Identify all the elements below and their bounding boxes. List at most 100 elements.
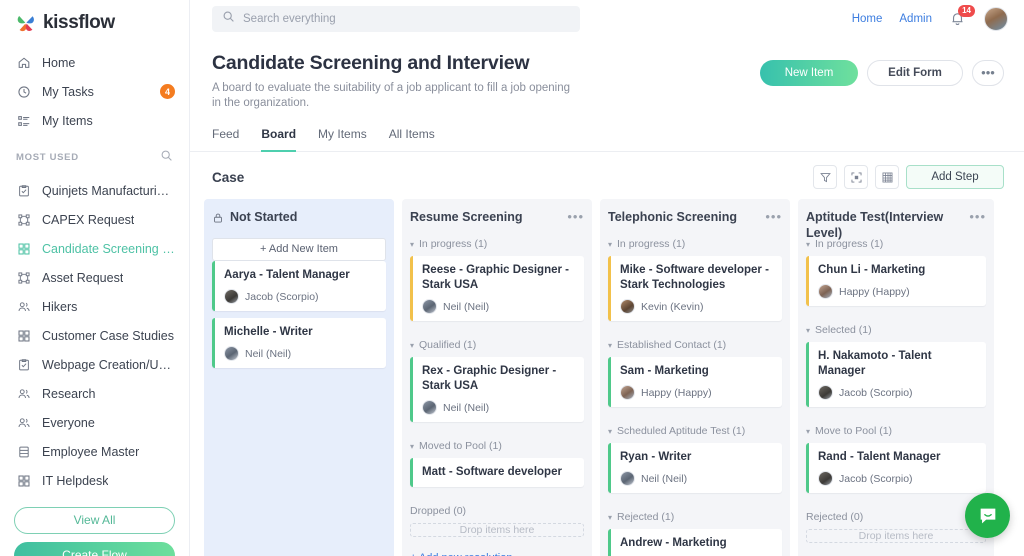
assignee-avatar	[422, 299, 437, 314]
sidebar-item-asset-request[interactable]: Asset Request	[0, 263, 189, 292]
group-header[interactable]: ▾ In progress (1)	[410, 238, 584, 250]
case-toolbar: Case Add Step	[190, 152, 1024, 199]
my-tasks-badge: 4	[160, 84, 175, 99]
notification-count-badge: 14	[958, 5, 975, 17]
card-title: Ryan - Writer	[620, 451, 692, 463]
avatar[interactable]	[984, 7, 1008, 31]
edit-form-button[interactable]: Edit Form	[867, 60, 963, 86]
board-card[interactable]: Chun Li - Marketing Happy (Happy)	[806, 256, 986, 306]
add-step-button[interactable]: Add Step	[906, 165, 1004, 189]
chat-widget-button[interactable]	[965, 493, 1010, 538]
search-icon[interactable]	[160, 149, 173, 165]
topbar-link-admin[interactable]: Admin	[899, 13, 932, 25]
most-used-section-header: MOST USED	[0, 135, 189, 172]
filter-icon[interactable]	[813, 165, 837, 189]
brand-name: kissflow	[43, 12, 115, 33]
assignee-name: Neil (Neil)	[443, 300, 490, 313]
clipboard-check-icon	[16, 357, 31, 372]
board-card[interactable]: Reese - Graphic Designer - Stark USA Neil…	[410, 256, 584, 321]
add-new-resolution-button[interactable]: + Add new resolution	[410, 552, 584, 556]
sidebar-item-label: Research	[42, 386, 96, 401]
group-header[interactable]: ▾ Rejected (1)	[608, 511, 782, 523]
group-header[interactable]: ▾ In progress (1)	[806, 238, 986, 250]
column-more-button[interactable]: •••	[567, 209, 584, 223]
assignee-avatar	[224, 346, 239, 361]
sidebar-item-quinjets-manufacturing[interactable]: Quinjets Manufacturing ...	[0, 176, 189, 205]
drop-zone[interactable]: Drop items here	[410, 523, 584, 537]
sidebar-item-capex-request[interactable]: CAPEX Request	[0, 205, 189, 234]
column-title: Resume Screening	[410, 210, 523, 224]
group-header[interactable]: ▾ Selected (1)	[806, 324, 986, 336]
board-grid-icon	[16, 328, 31, 343]
create-flow-button[interactable]: Create Flow	[14, 542, 175, 556]
group-header[interactable]: ▾ Move to Pool (1)	[806, 425, 986, 437]
home-icon	[16, 55, 31, 70]
card-title: Rand - Talent Manager	[818, 451, 941, 463]
group-header[interactable]: ▾ Qualified (1)	[410, 339, 584, 351]
sidebar-item-employee-master[interactable]: Employee Master	[0, 437, 189, 466]
group-header[interactable]: ▾ In progress (1)	[608, 238, 782, 250]
flow-nodes-icon	[16, 212, 31, 227]
tab-all-items[interactable]: All Items	[389, 127, 435, 152]
column-title: Not Started	[230, 210, 298, 224]
board-card[interactable]: Rand - Talent Manager Jacob (Scorpio)	[806, 443, 986, 493]
sidebar-item-home[interactable]: Home	[0, 48, 189, 77]
chevron-down-icon: ▾	[608, 426, 613, 436]
lock-icon	[212, 209, 224, 229]
board-card[interactable]: Ryan - Writer Neil (Neil)	[608, 443, 782, 493]
topbar-link-home[interactable]: Home	[852, 13, 883, 25]
new-item-button[interactable]: New Item	[760, 60, 858, 86]
board-card[interactable]: Mike - Software developer - Stark Techno…	[608, 256, 782, 321]
fit-screen-icon[interactable]	[844, 165, 868, 189]
card-assignee: Neil (Neil)	[224, 346, 378, 361]
board-card[interactable]: Andrew - MarketingHappy (Happy)	[608, 529, 782, 556]
board-card[interactable]: Matt - Software developer	[410, 458, 584, 487]
assignee-avatar	[224, 289, 239, 304]
board-card[interactable]: Aarya - Talent Manager Jacob (Scorpio)	[212, 261, 386, 311]
assignee-avatar	[620, 299, 635, 314]
view-all-button[interactable]: View All	[14, 507, 175, 534]
card-title: Matt - Software developer	[422, 466, 562, 478]
sidebar-item-label: My Items	[42, 113, 93, 128]
assignee-avatar	[818, 471, 833, 486]
group-label: In progress (1)	[617, 238, 686, 250]
group-header[interactable]: ▾ Moved to Pool (1)	[410, 440, 584, 452]
sidebar-item-it-helpdesk[interactable]: IT Helpdesk	[0, 466, 189, 495]
sidebar-item-research[interactable]: Research	[0, 379, 189, 408]
group-header[interactable]: ▾ Established Contact (1)	[608, 339, 782, 351]
sidebar-item-label: Hikers	[42, 299, 78, 314]
board-card[interactable]: Michelle - Writer Neil (Neil)	[212, 318, 386, 368]
card-assignee: Neil (Neil)	[620, 471, 774, 486]
column-more-button[interactable]: •••	[969, 209, 986, 223]
page-more-button[interactable]: •••	[972, 60, 1004, 86]
sidebar-item-my-items[interactable]: My Items	[0, 106, 189, 135]
board-card[interactable]: Sam - Marketing Happy (Happy)	[608, 357, 782, 407]
sidebar-item-customer-case-studies[interactable]: Customer Case Studies	[0, 321, 189, 350]
sidebar-item-hikers[interactable]: Hikers	[0, 292, 189, 321]
notifications-button[interactable]: 14	[949, 5, 975, 28]
add-new-item-button[interactable]: + Add New Item	[212, 238, 386, 261]
group-label: Move to Pool (1)	[815, 425, 893, 437]
drop-zone[interactable]: Drop items here	[806, 529, 986, 543]
board-card[interactable]: Rex - Graphic Designer - Stark USA Neil (…	[410, 357, 584, 422]
brand-logo[interactable]: kissflow	[0, 0, 189, 44]
column-header: Not Started	[212, 209, 386, 229]
sidebar-item-webpage-creation-upd[interactable]: Webpage Creation/Upd...	[0, 350, 189, 379]
search-box[interactable]	[212, 6, 580, 32]
database-icon	[16, 444, 31, 459]
table-view-icon[interactable]	[875, 165, 899, 189]
group-label: In progress (1)	[815, 238, 884, 250]
search-input[interactable]	[243, 13, 570, 25]
column-more-button[interactable]: •••	[765, 209, 782, 223]
sidebar-item-label: Home	[42, 55, 76, 70]
tab-feed[interactable]: Feed	[212, 127, 239, 152]
group-label: Dropped (0)	[410, 505, 467, 517]
group-header[interactable]: ▾ Scheduled Aptitude Test (1)	[608, 425, 782, 437]
sidebar-item-my-tasks[interactable]: My Tasks 4	[0, 77, 189, 106]
sidebar-item-everyone[interactable]: Everyone	[0, 408, 189, 437]
people-icon	[16, 386, 31, 401]
sidebar-item-candidate-screening-an[interactable]: Candidate Screening an...	[0, 234, 189, 263]
board-card[interactable]: H. Nakamoto - Talent Manager Jacob (Scorp…	[806, 342, 986, 407]
tab-my-items[interactable]: My Items	[318, 127, 367, 152]
tab-board[interactable]: Board	[261, 127, 297, 152]
